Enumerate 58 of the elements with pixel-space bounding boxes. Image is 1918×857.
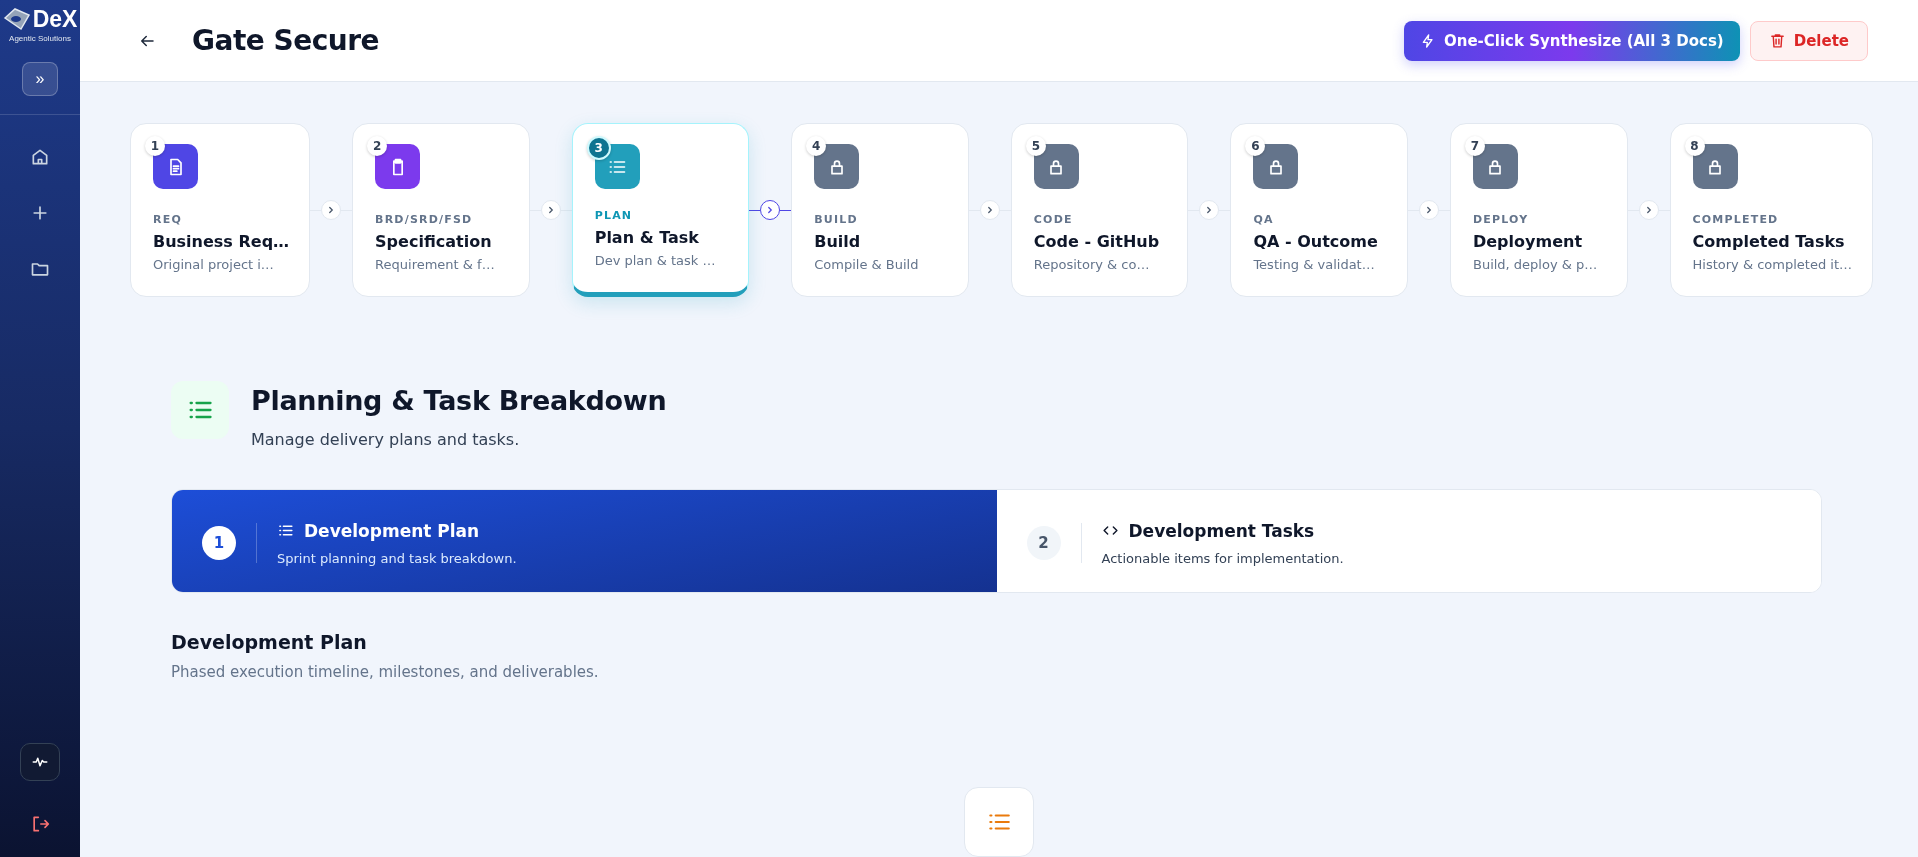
step-subtitle: Testing & validat…	[1253, 257, 1376, 272]
step-number: 3	[586, 136, 611, 160]
step-label: BUILD	[814, 213, 859, 226]
step-title: Business Req…	[153, 232, 290, 251]
page-title: Gate Secure	[192, 24, 379, 57]
section-title: Planning & Task Breakdown	[251, 385, 667, 416]
step-number: 6	[1245, 136, 1266, 156]
step-label: COMPLETED	[1692, 213, 1780, 226]
section-subtitle: Manage delivery plans and tasks.	[251, 430, 521, 449]
step-title: Specification	[375, 232, 493, 251]
step-number: 2	[367, 136, 388, 156]
content-title: Development Plan	[171, 631, 368, 653]
step-number: 8	[1684, 136, 1705, 156]
synthesize-button[interactable]: One-Click Synthesize (All 3 Docs)	[1403, 20, 1740, 61]
step-number: 7	[1464, 136, 1485, 156]
step-subtitle: Build, deploy & p…	[1472, 257, 1599, 272]
step-subtitle: Requirement & f…	[375, 257, 496, 272]
step-card[interactable]: 5 CODE Code - GitHub Repository & co…	[1010, 123, 1189, 297]
step-card[interactable]: 1 REQ Business Req… Original project i…	[130, 123, 311, 297]
step-card[interactable]: 3 PLAN Plan & Task Dev plan & task …	[571, 123, 750, 297]
expand-button[interactable]: »	[22, 62, 58, 96]
logo-tagline: Agentic Solutions	[9, 34, 71, 43]
step-subtitle: History & completed it…	[1692, 257, 1852, 272]
step-subtitle: Repository & co…	[1033, 257, 1151, 272]
step-label: QA	[1253, 213, 1275, 226]
step-title: QA - Outcome	[1253, 232, 1379, 251]
content-subtitle: Phased execution timeline, milestones, and deliverables.	[171, 663, 600, 681]
step-number: 1	[145, 136, 165, 156]
step-title: Plan & Task	[594, 228, 700, 247]
step-label: BRD/SRD/FSD	[375, 213, 474, 226]
list-icon	[964, 787, 1034, 857]
step-card[interactable]: 7 DEPLOY Deployment Build, deploy & p…	[1449, 123, 1628, 297]
step-title: Completed Tasks	[1692, 232, 1846, 251]
step-label: PLAN	[594, 209, 634, 222]
logo-icon	[2, 6, 31, 32]
tab[interactable]: 1 Development Plan Sprint planning and task breakdown.	[172, 490, 997, 592]
step-subtitle: Original project i…	[153, 257, 275, 272]
home-icon	[30, 147, 50, 167]
step-label: REQ	[153, 213, 183, 226]
step-card[interactable]: 4 BUILD Build Compile & Build	[791, 123, 969, 297]
step-label: CODE	[1033, 213, 1074, 226]
logo-name: DeX	[32, 7, 78, 31]
step-number: 5	[1025, 136, 1046, 156]
step-title: Code - GitHub	[1033, 232, 1161, 251]
list-icon	[171, 381, 229, 439]
step-subtitle: Dev plan & task …	[594, 253, 717, 268]
step-subtitle: Compile & Build	[814, 257, 920, 272]
activity-button[interactable]	[20, 743, 60, 781]
step-title: Build	[814, 232, 862, 251]
step-label: DEPLOY	[1472, 213, 1530, 226]
step-card[interactable]: 8 COMPLETED Completed Tasks History & completed it…	[1669, 123, 1873, 297]
step-card[interactable]: 2 BRD/SRD/FSD Specification Requirement & f…	[352, 123, 530, 297]
logout-icon	[30, 814, 50, 834]
step-card[interactable]: 6 QA QA - Outcome Testing & validat…	[1230, 123, 1408, 297]
trash-icon	[1768, 32, 1786, 49]
delete-button[interactable]: Delete	[1749, 20, 1868, 61]
step-number: 4	[806, 136, 827, 156]
step-title: Deployment	[1472, 232, 1584, 251]
